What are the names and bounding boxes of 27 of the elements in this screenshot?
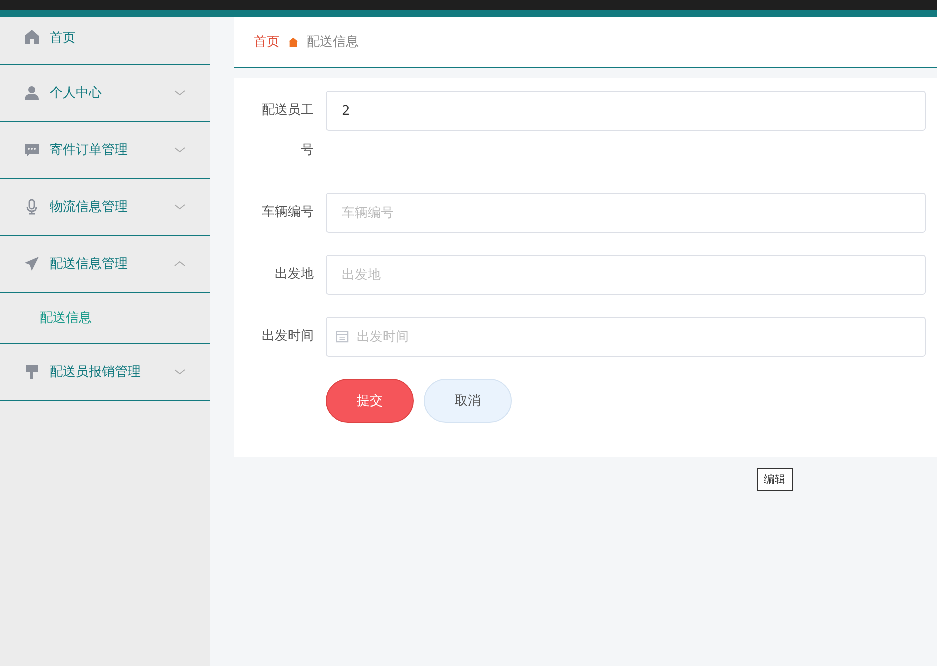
cancel-button[interactable]: 取消 — [424, 379, 512, 423]
calendar-icon — [336, 330, 349, 343]
submenu-item[interactable]: 配送信息 — [0, 293, 210, 344]
field-label: 出发时间 — [261, 328, 315, 346]
field-label: 出发地 — [274, 266, 315, 284]
sidebar-item[interactable]: 物流信息管理 — [0, 179, 210, 236]
house-icon — [288, 36, 299, 48]
input-field[interactable]: 出发地 — [326, 255, 926, 295]
field-label: 配送员工号 — [261, 102, 315, 160]
input-field[interactable]: 车辆编号 — [326, 193, 926, 233]
chat-icon — [24, 142, 40, 158]
date-field[interactable]: 出发时间 — [326, 317, 926, 357]
sidebar-item[interactable]: 寄件订单管理 — [0, 122, 210, 179]
submit-button[interactable]: 提交 — [326, 379, 414, 423]
sidebar-item[interactable]: 配送员报销管理 — [0, 344, 210, 401]
breadcrumb-item[interactable]: 首页 — [254, 33, 280, 51]
sidebar-item[interactable]: 个人中心 — [0, 65, 210, 122]
user-icon — [24, 85, 40, 101]
tooltip: 编辑 — [757, 468, 793, 491]
breadcrumb-item: 配送信息 — [307, 34, 359, 51]
paper-plane-icon — [24, 256, 40, 272]
home-icon — [24, 29, 40, 45]
input-field[interactable]: 2 — [326, 91, 926, 131]
microphone-icon — [24, 199, 40, 215]
sidebar-item[interactable]: 首页 — [0, 17, 210, 65]
field-label: 车辆编号 — [261, 204, 315, 222]
sidebar-item[interactable]: 配送信息管理 — [0, 236, 210, 293]
